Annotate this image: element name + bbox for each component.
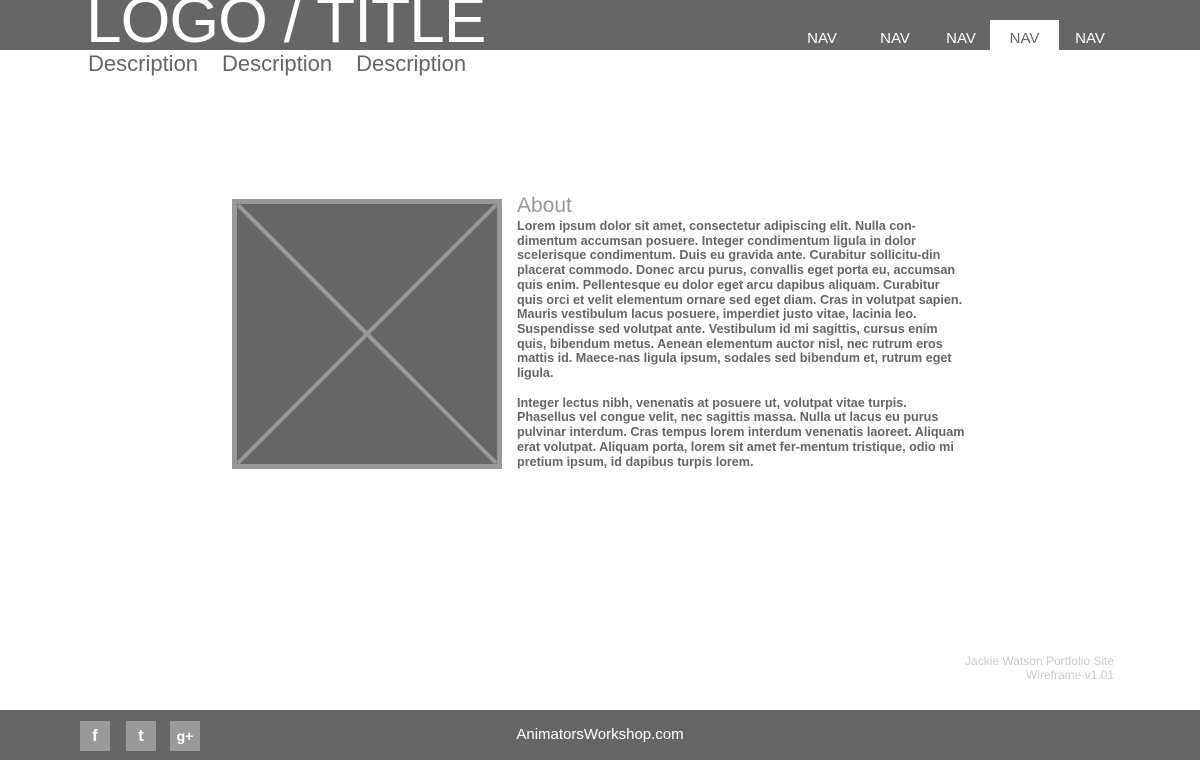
description-links: Description Description Description: [88, 50, 466, 78]
nav-item-4-active[interactable]: NAV: [990, 20, 1059, 50]
nav-item-1[interactable]: NAV: [786, 20, 858, 50]
nav-item-3[interactable]: NAV: [932, 20, 990, 50]
credit-line-1: Jackie Watson Portfolio Site: [965, 654, 1114, 668]
footer-bar: f t g+ AnimatorsWorkshop.com: [0, 710, 1200, 760]
about-section: About Lorem ipsum dolor sit amet, consec…: [517, 193, 972, 484]
about-heading: About: [517, 194, 572, 217]
wireframe-credit: Jackie Watson Portfolio Site Wireframe v…: [965, 654, 1114, 682]
nav-item-2[interactable]: NAV: [858, 20, 932, 50]
top-bar: LOGO / TITLE NAV NAV NAV NAV NAV: [0, 0, 1200, 50]
description-link-2[interactable]: Description: [222, 50, 332, 78]
nav-item-5[interactable]: NAV: [1059, 20, 1121, 50]
about-paragraph-2: Integer lectus nibh, venenatis at posuer…: [517, 395, 965, 469]
credit-line-2: Wireframe v1.01: [1025, 668, 1114, 682]
nav-spacer: [1121, 20, 1200, 50]
image-placeholder: [232, 199, 502, 469]
main-nav: NAV NAV NAV NAV NAV: [786, 20, 1200, 50]
footer-site-link[interactable]: AnimatorsWorkshop.com: [0, 725, 1200, 745]
description-link-3[interactable]: Description: [356, 50, 466, 78]
image-placeholder-icon: [236, 203, 498, 465]
page: LOGO / TITLE NAV NAV NAV NAV NAV Descrip…: [0, 0, 1200, 760]
logo-title[interactable]: LOGO / TITLE: [86, 0, 486, 50]
about-paragraph-1: Lorem ipsum dolor sit amet, consectetur …: [517, 219, 963, 381]
description-link-1[interactable]: Description: [88, 50, 198, 78]
